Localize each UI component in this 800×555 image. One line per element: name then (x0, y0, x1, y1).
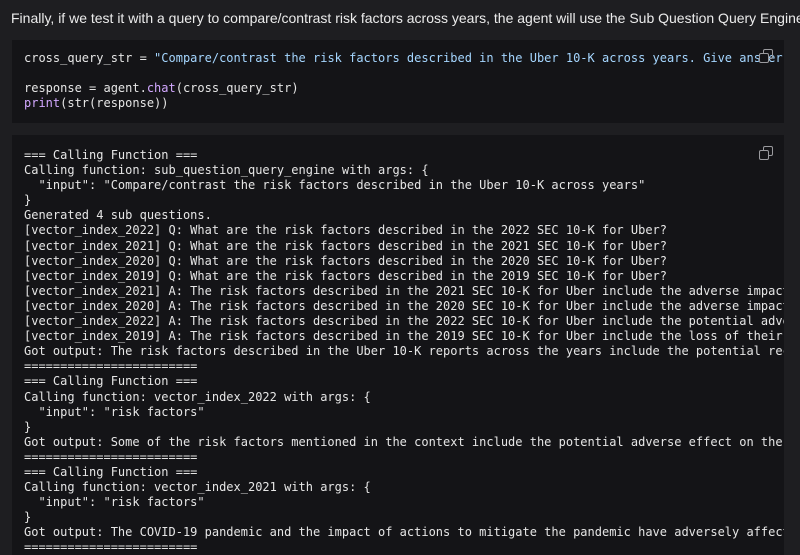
code-block-input: cross_query_str = "Compare/contrast the … (12, 40, 784, 123)
output-line: Calling function: vector_index_2021 with… (24, 480, 371, 495)
output-line: [vector_index_2022] Q: What are the risk… (24, 223, 667, 238)
copy-icon[interactable] (759, 49, 773, 63)
code-line: print(str(response)) (24, 96, 169, 111)
output-line: === Calling Function === (24, 464, 198, 479)
output-line: Generated 4 sub questions. (24, 208, 212, 223)
output-line: [vector_index_2021] A: The risk factors … (24, 283, 784, 298)
output-line: } (24, 510, 32, 525)
output-line: [vector_index_2021] Q: What are the risk… (24, 238, 667, 253)
output-line: [vector_index_2020] Q: What are the risk… (24, 253, 667, 268)
output-line: Calling function: vector_index_2022 with… (24, 389, 371, 404)
output-line: "input": "risk factors" (24, 495, 205, 510)
output-line: "input": "risk factors" (24, 404, 205, 419)
output-line: [vector_index_2019] Q: What are the risk… (24, 268, 667, 283)
code-block-output: === Calling Function === Calling function… (12, 135, 784, 555)
output-line: } (24, 419, 32, 434)
output-line: === Calling Function === (24, 374, 198, 389)
output-line: "input": "Compare/contrast the risk fact… (24, 178, 646, 193)
intro-paragraph: Finally, if we test it with a query to c… (11, 10, 800, 26)
output-line: === Calling Function === (24, 148, 198, 162)
output-line: ======================== (24, 449, 198, 464)
output-line: [vector_index_2022] A: The risk factors … (24, 314, 784, 329)
code-content: cross_query_str = "Compare/contrast the … (24, 51, 784, 111)
code-line: cross_query_str = "Compare/contrast the … (24, 51, 783, 65)
output-line: [vector_index_2019] A: The risk factors … (24, 329, 784, 344)
output-line: } (24, 193, 32, 208)
output-line: Got output: The COVID-19 pandemic and th… (24, 525, 784, 540)
output-line: [vector_index_2020] A: The risk factors … (24, 298, 784, 313)
copy-icon[interactable] (759, 146, 773, 160)
output-line: Got output: Some of the risk factors men… (24, 434, 783, 449)
output-line: ======================== (24, 540, 198, 555)
output-content: === Calling Function === Calling function… (24, 148, 784, 555)
code-line: response = agent.chat(cross_query_str) (24, 81, 299, 96)
output-line: Calling function: sub_question_query_eng… (24, 163, 429, 178)
output-line: Got output: The risk factors described i… (24, 344, 784, 359)
output-line: ======================== (24, 359, 198, 374)
